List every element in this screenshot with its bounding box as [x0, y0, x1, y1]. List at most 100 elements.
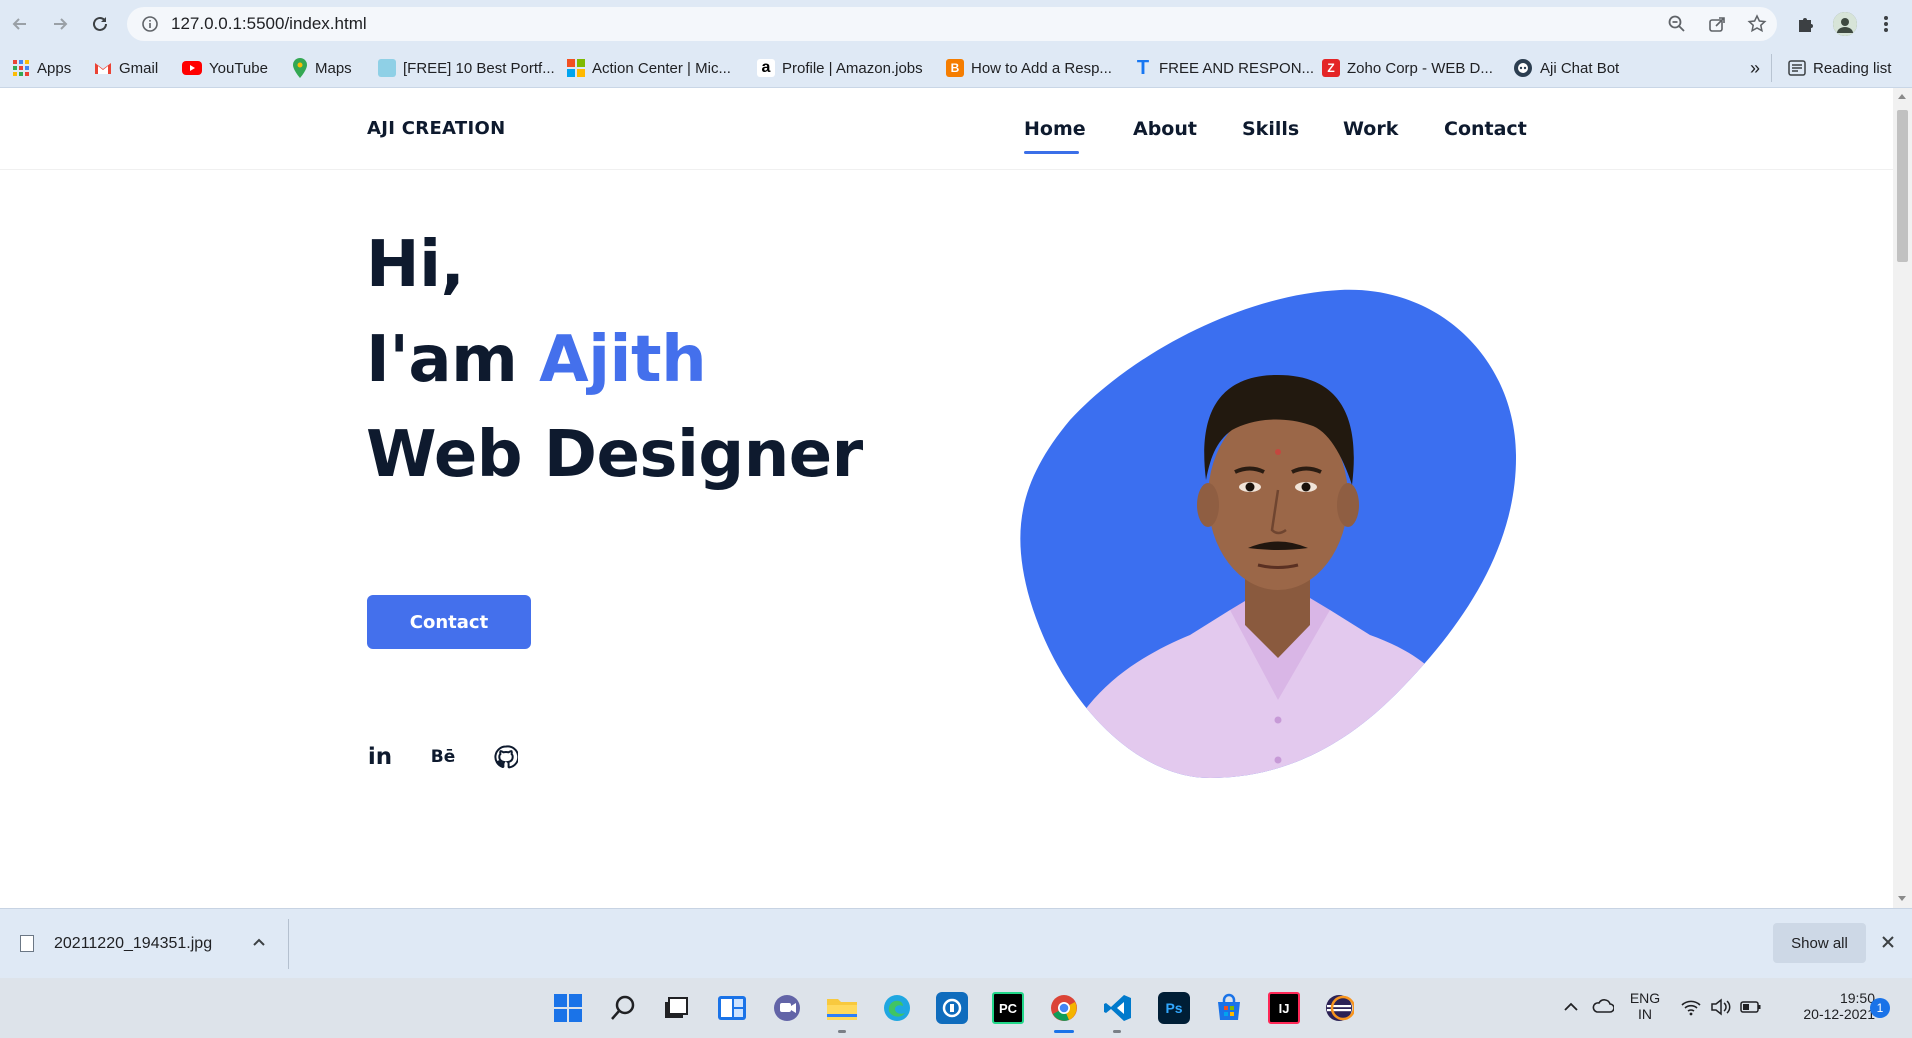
t-icon: T: [1136, 56, 1150, 79]
task-view-icon: [665, 997, 688, 1018]
store-button[interactable]: [1213, 992, 1245, 1024]
widgets-icon: [718, 996, 746, 1020]
bookmark-label: FREE AND RESPON...: [1159, 59, 1315, 77]
profile-avatar[interactable]: [1833, 12, 1857, 36]
bookmark-youtube[interactable]: YouTube: [182, 57, 268, 79]
avatar-icon: [1833, 12, 1857, 36]
edge-button[interactable]: [881, 992, 913, 1024]
bookmark-label: [FREE] 10 Best Portf...: [403, 59, 555, 77]
bookmark-maps[interactable]: Maps: [292, 57, 352, 79]
bookmark-gmail[interactable]: Gmail: [94, 57, 158, 79]
intellij-icon: IJ: [1278, 1000, 1290, 1016]
bookmark-star-icon[interactable]: [1747, 14, 1767, 34]
page-scrollbar[interactable]: [1893, 88, 1912, 908]
linkedin-icon: in: [367, 744, 393, 770]
hero-intro: I'am Ajith: [366, 323, 707, 397]
bookmark-label: Aji Chat Bot: [1540, 59, 1620, 77]
vscode-icon: [1104, 995, 1131, 1021]
widgets-button[interactable]: [716, 992, 748, 1024]
hero-role: Web Designer: [366, 418, 863, 492]
start-icon: [554, 994, 582, 1022]
address-bar[interactable]: 127.0.0.1:5500/index.html: [127, 7, 1777, 41]
bookmark-label: Gmail: [119, 59, 159, 77]
hero-name: Ajith: [539, 323, 707, 397]
browser-menu-button[interactable]: [1874, 12, 1898, 36]
volume-icon[interactable]: [1710, 998, 1732, 1016]
scroll-up-arrow-icon[interactable]: [1898, 94, 1906, 99]
eclipse-button[interactable]: [1323, 992, 1355, 1024]
bookmark-zoho[interactable]: Z Zoho Corp - WEB D...: [1322, 57, 1493, 79]
app-icon: [942, 998, 962, 1018]
bookmark-portfolio[interactable]: [FREE] 10 Best Portf...: [378, 57, 555, 79]
more-bookmarks-button[interactable]: »: [1750, 57, 1760, 79]
maps-pin-icon: [293, 58, 307, 78]
nav-work[interactable]: Work: [1343, 118, 1398, 140]
portfolio-icon: [378, 59, 396, 77]
nav-about[interactable]: About: [1133, 118, 1197, 140]
nav-skills[interactable]: Skills: [1242, 118, 1299, 140]
clock-time: 19:50: [1839, 990, 1875, 1006]
eclipse-icon: [1326, 995, 1354, 1021]
bookmark-label: Zoho Corp - WEB D...: [1347, 59, 1493, 77]
vscode-button[interactable]: [1102, 992, 1134, 1024]
bookmark-free-responsive[interactable]: T FREE AND RESPON...: [1134, 57, 1314, 79]
download-shelf: 20211220_194351.jpg Show all: [0, 908, 1912, 978]
url-text[interactable]: 127.0.0.1:5500/index.html: [171, 14, 367, 34]
scrollbar-thumb[interactable]: [1897, 110, 1908, 262]
bookmark-label: Apps: [37, 59, 72, 77]
amazon-icon: a: [757, 59, 775, 77]
share-icon[interactable]: [1707, 14, 1727, 34]
github-link[interactable]: [491, 742, 521, 772]
page-viewport: AJI CREATION Home About Skills Work Cont…: [0, 88, 1893, 908]
forward-button[interactable]: [46, 10, 74, 38]
site-info-icon[interactable]: [141, 15, 159, 33]
hero-greeting: Hi,: [366, 228, 465, 302]
zoom-icon[interactable]: [1667, 14, 1687, 34]
extensions-button[interactable]: [1793, 12, 1817, 36]
nav-active-indicator: [1024, 151, 1079, 154]
pycharm-button[interactable]: PC: [992, 992, 1024, 1024]
scroll-down-arrow-icon[interactable]: [1898, 896, 1906, 901]
bookmark-apps[interactable]: Apps: [12, 57, 71, 79]
teams-chat-button[interactable]: [771, 992, 803, 1024]
taskbar-search-button[interactable]: [607, 992, 639, 1024]
bookmark-amazon-jobs[interactable]: a Profile | Amazon.jobs: [757, 57, 923, 79]
linkedin-link[interactable]: in: [365, 742, 395, 772]
wifi-icon[interactable]: [1680, 998, 1702, 1016]
bookmark-chat-bot[interactable]: Aji Chat Bot: [1513, 57, 1619, 79]
bookmark-action-center[interactable]: Action Center | Mic...: [567, 57, 731, 79]
task-view-button[interactable]: [659, 992, 691, 1024]
back-button[interactable]: [6, 10, 34, 38]
file-explorer-button[interactable]: [826, 992, 858, 1024]
chevron-up-icon[interactable]: [1563, 1002, 1579, 1012]
photoshop-button[interactable]: Ps: [1158, 992, 1190, 1024]
site-header: AJI CREATION Home About Skills Work Cont…: [0, 88, 1893, 170]
download-file-name[interactable]: 20211220_194351.jpg: [54, 935, 212, 953]
bookmark-label: How to Add a Resp...: [971, 59, 1112, 77]
start-button[interactable]: [552, 992, 584, 1024]
chevron-up-icon[interactable]: [252, 937, 266, 947]
battery-icon[interactable]: [1740, 1000, 1762, 1014]
site-logo[interactable]: AJI CREATION: [367, 118, 505, 139]
nav-home[interactable]: Home: [1024, 118, 1086, 140]
pinned-app-button[interactable]: [936, 992, 968, 1024]
chrome-button[interactable]: [1048, 992, 1080, 1024]
behance-link[interactable]: Bē: [427, 742, 459, 772]
language-region: IN: [1638, 1006, 1652, 1022]
language-indicator[interactable]: ENG IN: [1627, 990, 1663, 1022]
bookmark-label: Maps: [315, 59, 352, 77]
intellij-button[interactable]: IJ: [1268, 992, 1300, 1024]
close-icon[interactable]: [1880, 934, 1896, 950]
pycharm-icon: PC: [998, 1000, 1018, 1016]
contact-button[interactable]: Contact: [367, 595, 531, 649]
clock[interactable]: 19:50 20-12-2021: [1775, 990, 1875, 1022]
reload-button[interactable]: [86, 10, 114, 38]
onedrive-cloud-icon[interactable]: [1592, 998, 1614, 1014]
kebab-menu-icon: [1884, 16, 1888, 32]
reading-list-button[interactable]: Reading list: [1788, 57, 1891, 79]
nav-contact[interactable]: Contact: [1444, 118, 1527, 140]
bookmark-blogger[interactable]: B How to Add a Resp...: [946, 57, 1112, 79]
notification-badge[interactable]: 1: [1870, 998, 1890, 1018]
show-all-button[interactable]: Show all: [1773, 923, 1866, 963]
language-code: ENG: [1629, 990, 1661, 1006]
